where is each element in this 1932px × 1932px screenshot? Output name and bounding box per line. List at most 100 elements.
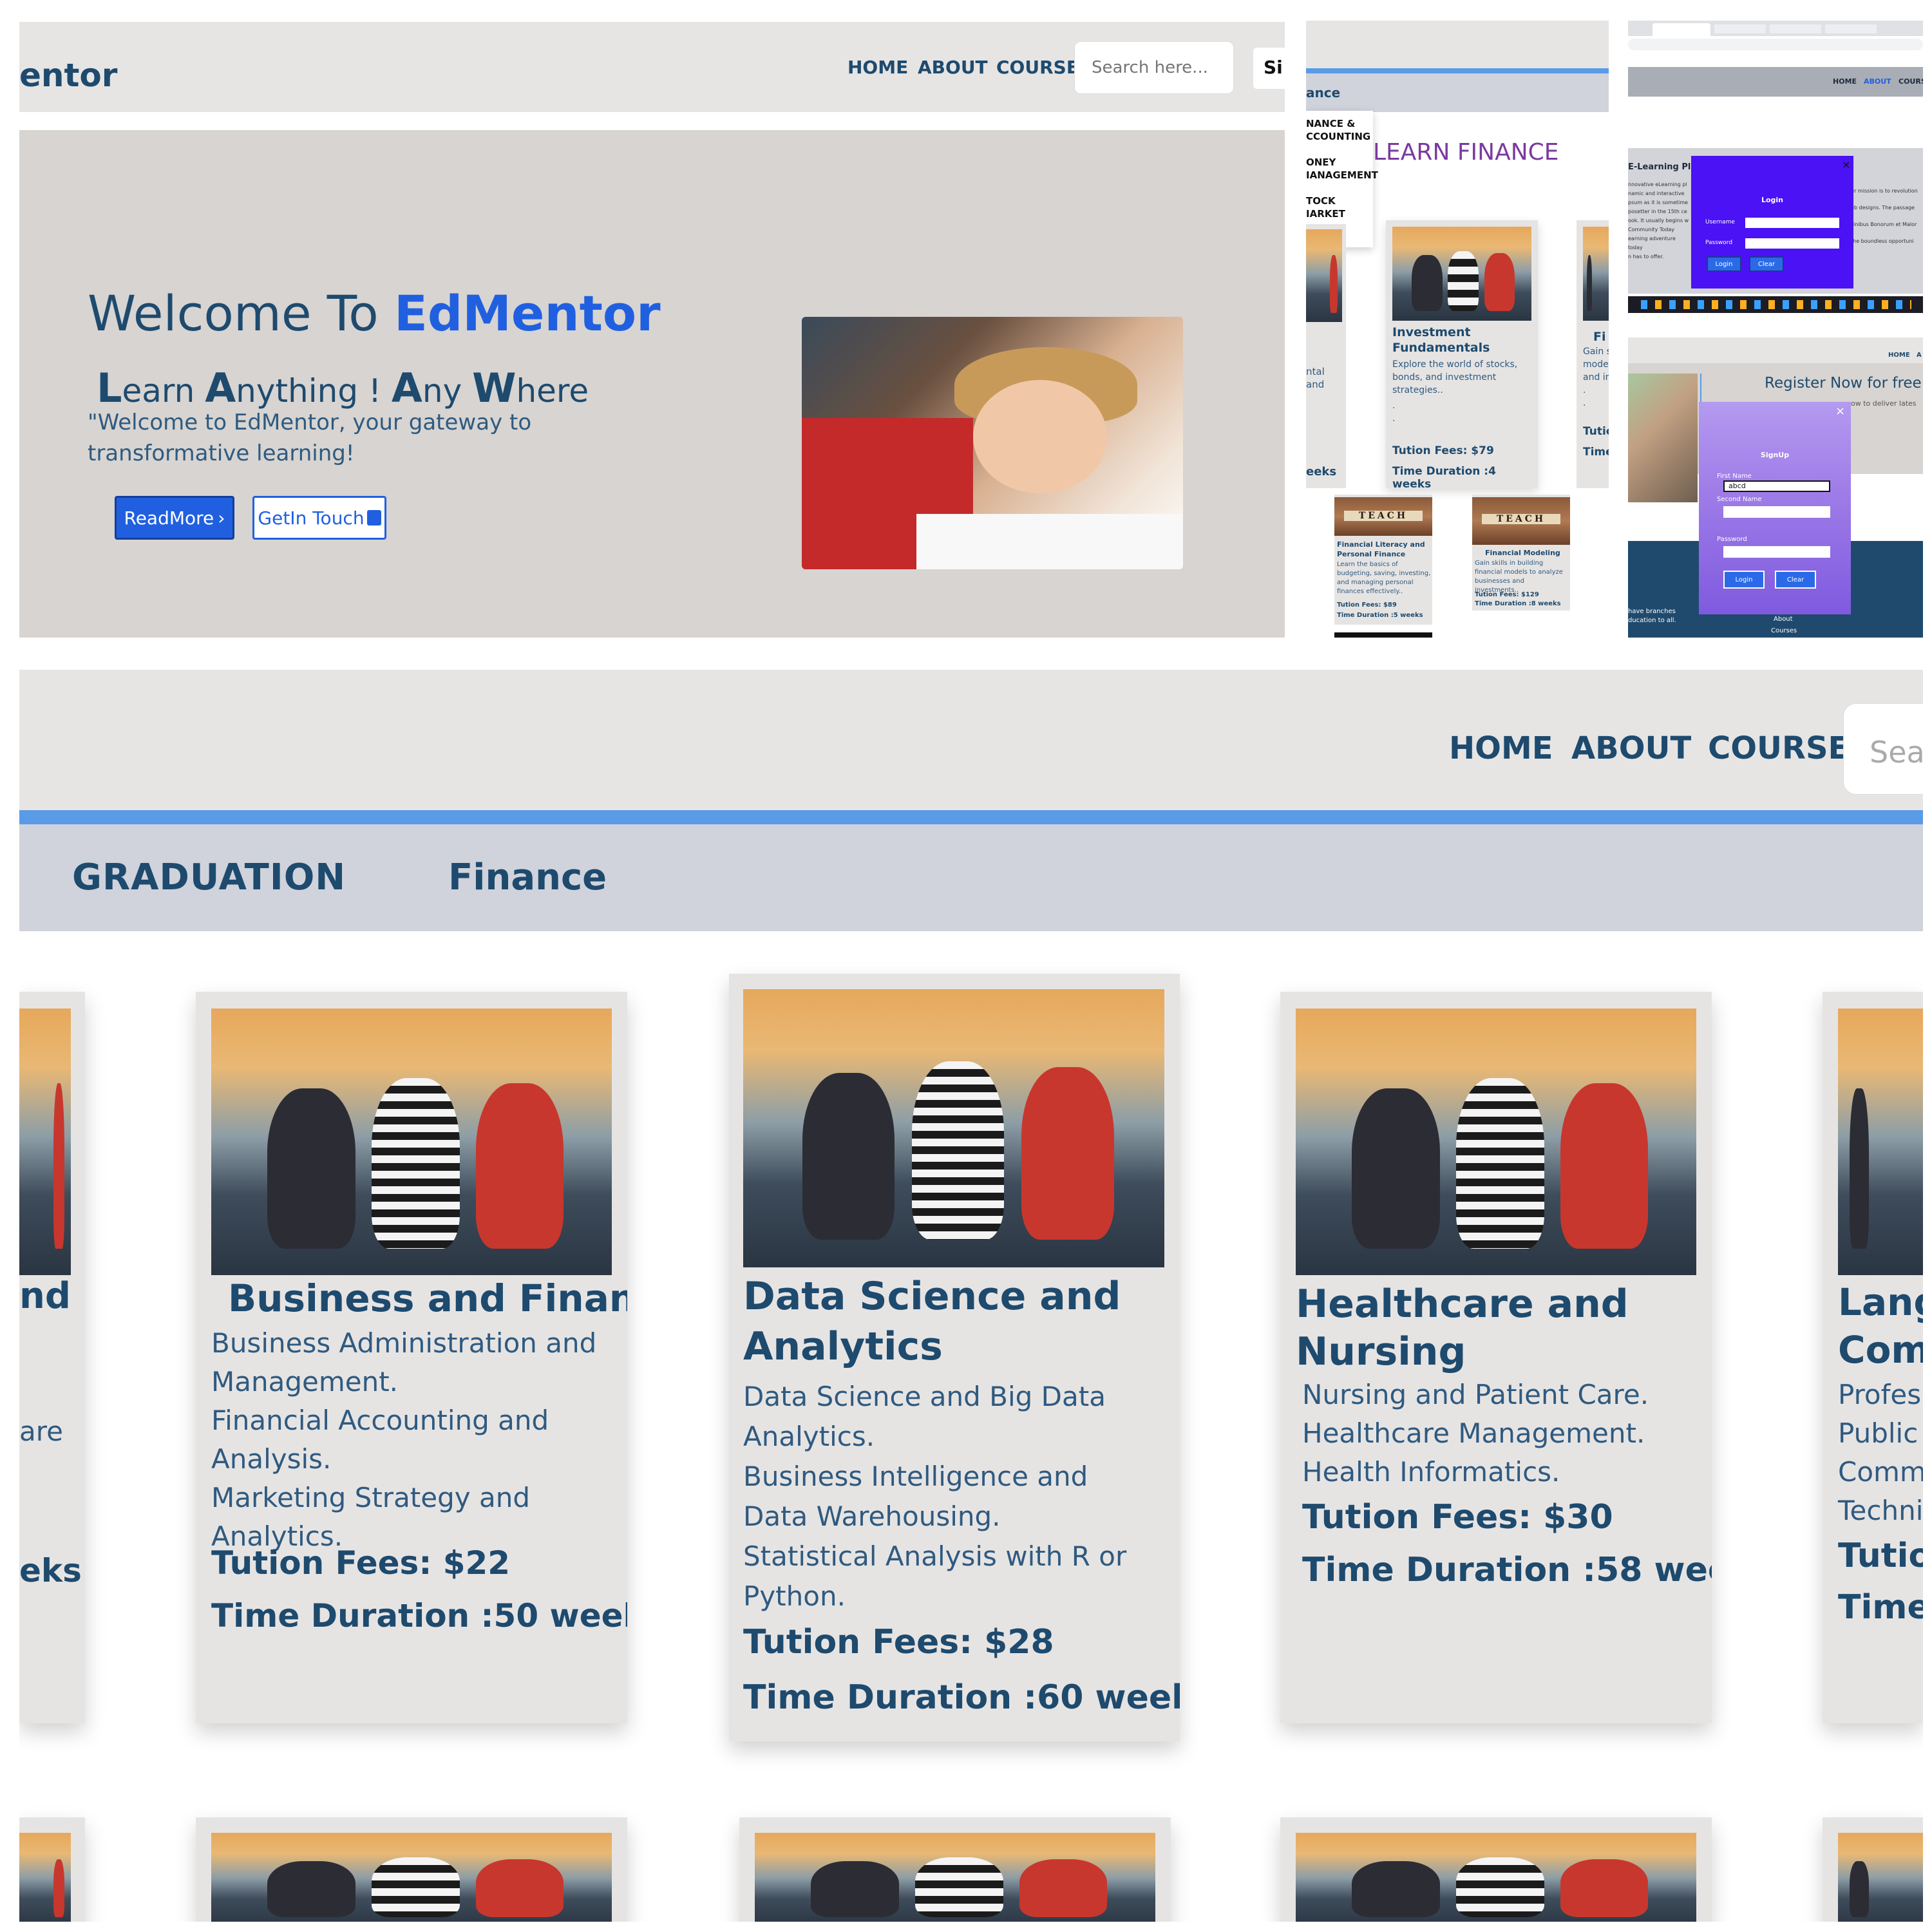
investment-card-image <box>1392 227 1531 321</box>
bookmarks-bar <box>1628 52 1923 66</box>
tab-graduation[interactable]: GRADUATION <box>72 857 346 898</box>
browser-tab-4[interactable] <box>1825 24 1877 33</box>
signup-password-label: Password <box>1717 536 1747 543</box>
course-card-healthcare[interactable]: Healthcare and Nursing Nursing and Patie… <box>1280 992 1712 1723</box>
row2-3-image <box>755 1833 1155 1922</box>
finance-card-right: Fi Gain s mode and in . . Tutic Time <box>1577 220 1609 488</box>
browser-tab-active[interactable] <box>1653 23 1710 36</box>
signup-clear-button[interactable]: Clear <box>1775 571 1816 589</box>
partial-right-image <box>1838 1009 1923 1275</box>
login-nav-about[interactable]: ABOUT <box>1864 77 1891 86</box>
login-page-text-right: ur mission is to revolution eb designs. … <box>1851 183 1923 250</box>
modeling-card-title: Financial Modeling <box>1485 549 1560 557</box>
courses-nav-home[interactable]: HOME <box>1449 730 1553 766</box>
finance-card-left: ntal and eeks <box>1306 224 1346 488</box>
login-nav-course[interactable]: COURS <box>1899 77 1923 86</box>
modeling-card-desc: Gain skills in building financial models… <box>1475 560 1563 594</box>
finance-card-investment: Investment Fundamentals Explore the worl… <box>1386 220 1538 491</box>
nav-home[interactable]: HOME <box>848 57 908 78</box>
row2-4-image <box>1296 1833 1696 1922</box>
login-page-navbar: HOME ABOUT COURS <box>1628 67 1923 97</box>
hero-brand: EdMentor <box>393 285 661 342</box>
tagline-text-3: ny <box>422 372 473 410</box>
getintouch-button[interactable]: GetIn Touch <box>252 496 386 540</box>
second-name-input[interactable] <box>1723 506 1830 518</box>
healthcare-line-2: Healthcare Management. <box>1302 1417 1645 1449</box>
business-line-1: Business Administration and Management. <box>211 1327 597 1397</box>
signup-password-input[interactable] <box>1723 546 1830 558</box>
modeling-card-fee: Tution Fees: $129 <box>1475 591 1539 598</box>
login-button[interactable]: Login <box>1707 256 1741 272</box>
business-card-fee: Tution Fees: $22 <box>211 1544 511 1582</box>
register-nav-about[interactable]: A <box>1917 352 1922 359</box>
footer-link-courses[interactable]: Courses <box>1771 627 1797 634</box>
text-left-line: namic and interactive <box>1628 191 1685 196</box>
register-nav-home[interactable]: HOME <box>1888 352 1910 359</box>
literacy-card-fee: Tution Fees: $89 <box>1337 601 1397 609</box>
courses-nav-about[interactable]: ABOUT <box>1571 730 1691 766</box>
healthcare-card-image <box>1296 1009 1696 1275</box>
healthcare-card-lines: Nursing and Patient Care. Healthcare Man… <box>1302 1376 1701 1492</box>
signup-login-button[interactable]: Login <box>1723 571 1765 589</box>
panel-register: HOME A Register Now for free ow to deliv… <box>1628 337 1923 638</box>
literacy-card-title: Financial Literacy and Personal Finance <box>1337 540 1425 558</box>
partial-right-line-2: Public S <box>1838 1417 1923 1449</box>
business-card-image <box>211 1009 612 1275</box>
register-hero-image <box>1628 374 1698 502</box>
partial-right-fee: Tutio <box>1838 1537 1923 1575</box>
course-card-business-finance[interactable]: Business and Finance Business Administra… <box>196 992 627 1723</box>
close-icon[interactable]: × <box>1842 158 1850 171</box>
text-left-line: earning adventure today <box>1628 236 1676 251</box>
username-label: Username <box>1705 219 1735 225</box>
close-icon[interactable]: × <box>1835 404 1845 418</box>
hero-image <box>802 317 1183 569</box>
nav-course[interactable]: COURSE <box>996 57 1079 78</box>
address-bar[interactable] <box>1628 39 1923 50</box>
dropdown-item-money[interactable]: ONEY IANAGEMENT <box>1306 156 1378 182</box>
partial-left-duration: eks <box>19 1552 82 1589</box>
password-input[interactable] <box>1745 238 1839 249</box>
dropdown-item-accounting[interactable]: NANCE & CCOUNTING <box>1306 117 1370 143</box>
datascience-line-1: Data Science and Big Data Analytics. <box>743 1381 1106 1452</box>
courses-search-input[interactable]: Sear <box>1843 703 1923 795</box>
browser-tab-3[interactable] <box>1770 24 1821 33</box>
finance-card-right-image <box>1583 227 1609 321</box>
datascience-line-2: Business Intelligence and Data Warehousi… <box>743 1461 1088 1532</box>
signin-label: Si <box>1264 57 1283 78</box>
dropdown-item-stock[interactable]: TOCK IARKET <box>1306 194 1370 220</box>
healthcare-line-3: Health Informatics. <box>1302 1456 1560 1488</box>
login-page-heading: E-Learning Pla <box>1628 162 1697 172</box>
learn-finance-title: LEARN FINANCE <box>1373 139 1559 166</box>
hero-welcome: Welcome To <box>88 285 394 342</box>
nav-about[interactable]: ABOUT <box>918 57 988 78</box>
row2-1-image <box>19 1833 71 1922</box>
login-modal-title: Login <box>1761 196 1784 204</box>
login-nav-home[interactable]: HOME <box>1833 77 1857 86</box>
getintouch-label: GetIn Touch <box>258 507 365 529</box>
hero-description: "Welcome to EdMentor, your gateway to tr… <box>88 410 532 466</box>
username-input[interactable] <box>1745 218 1839 228</box>
finance-card-left-image <box>1306 229 1342 322</box>
clear-button[interactable]: Clear <box>1749 256 1784 272</box>
small-card-literacy: TEACH Financial Literacy and Personal Fi… <box>1334 495 1432 625</box>
signin-button[interactable]: Si <box>1253 48 1285 89</box>
course-card-data-science[interactable]: Data Science and Analytics Data Science … <box>729 974 1180 1741</box>
text-left-line: psum as it is sometime <box>1628 200 1688 205</box>
courses-nav-course[interactable]: COURSE <box>1708 730 1849 766</box>
course-card-row2-3 <box>739 1817 1171 1922</box>
finance-card-right-frag-5: . <box>1583 385 1586 395</box>
readmore-button[interactable]: ReadMore › <box>115 496 234 540</box>
brand-logo[interactable]: entor <box>19 57 117 94</box>
login-button-label: Login <box>1715 260 1733 268</box>
footer-link-about[interactable]: About <box>1774 616 1793 623</box>
search-input[interactable] <box>1074 41 1234 94</box>
finance-card-right-frag-2: Gain s <box>1583 346 1609 357</box>
modeling-card-duration: Time Duration :8 weeks <box>1475 600 1561 607</box>
partial-right-line-3: Commu <box>1838 1456 1923 1488</box>
first-name-input[interactable]: abcd <box>1723 480 1830 492</box>
finance-card-left-frag-2: and <box>1306 379 1325 390</box>
finance-card-left-frag-3: eeks <box>1306 465 1337 478</box>
tab-finance[interactable]: Finance <box>448 857 607 898</box>
browser-tab-2[interactable] <box>1714 24 1766 33</box>
contact-card-icon <box>366 510 381 526</box>
